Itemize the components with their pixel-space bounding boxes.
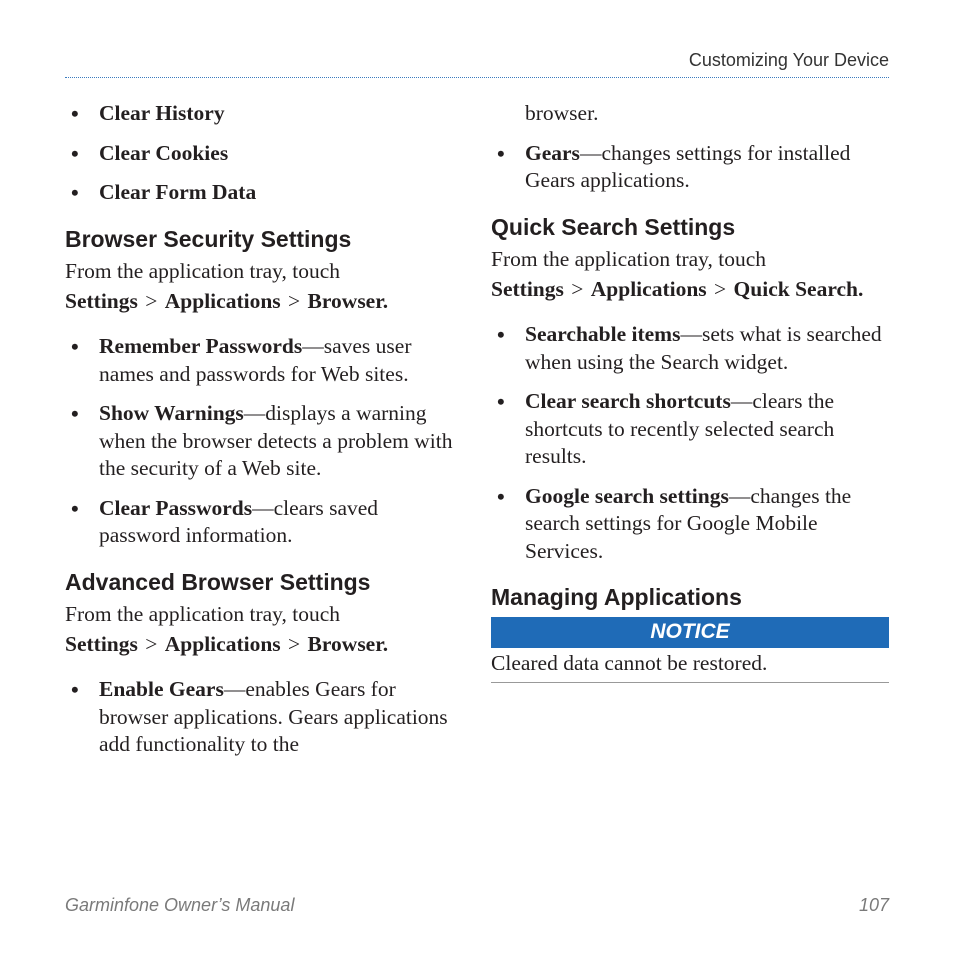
- quick-search-bullet-list: Searchable items—sets what is searched w…: [491, 321, 889, 565]
- section-intro: From the application tray, touch: [491, 246, 889, 274]
- two-column-layout: Clear History Clear Cookies Clear Form D…: [65, 100, 889, 877]
- section-heading-quick-search: Quick Search Settings: [491, 213, 889, 242]
- path-segment: Applications: [165, 632, 281, 656]
- notice-label: NOTICE: [491, 617, 889, 649]
- top-bullet-list: Clear History Clear Cookies Clear Form D…: [65, 100, 463, 207]
- bullet-term: Remember Passwords: [99, 334, 302, 358]
- section-heading-browser-security: Browser Security Settings: [65, 225, 463, 254]
- security-bullet-list: Remember Passwords—saves user names and …: [65, 333, 463, 550]
- list-item: Enable Gears—enables Gears for browser a…: [65, 676, 463, 759]
- bullet-term: Clear Passwords: [99, 496, 252, 520]
- path-segment: Browser: [308, 632, 383, 656]
- bullet-term: Clear History: [99, 101, 225, 125]
- bullet-term: Clear Form Data: [99, 180, 256, 204]
- bullet-term: Gears: [525, 141, 580, 165]
- bullet-term: Searchable items: [525, 322, 680, 346]
- bullet-term: Enable Gears: [99, 677, 224, 701]
- left-column: Clear History Clear Cookies Clear Form D…: [65, 100, 463, 877]
- advanced-bullet-list: Enable Gears—enables Gears for browser a…: [65, 676, 463, 759]
- path-segment: Applications: [165, 289, 281, 313]
- list-item: Google search settings—changes the searc…: [491, 483, 889, 566]
- list-item: Clear Form Data: [65, 179, 463, 207]
- list-item: Searchable items—sets what is searched w…: [491, 321, 889, 376]
- list-item: Clear Passwords—clears saved password in…: [65, 495, 463, 550]
- list-item: Show Warnings—displays a warning when th…: [65, 400, 463, 483]
- bullet-term: Clear search shortcuts: [525, 389, 731, 413]
- page-footer: Garminfone Owner’s Manual 107: [65, 895, 889, 916]
- continuation-text: browser.: [525, 100, 889, 128]
- section-heading-advanced-browser: Advanced Browser Settings: [65, 568, 463, 597]
- path-segment: Applications: [591, 277, 707, 301]
- breadcrumb-path: Settings > Applications > Browser.: [65, 631, 463, 659]
- manual-page: Customizing Your Device Clear History Cl…: [0, 0, 954, 954]
- running-head: Customizing Your Device: [65, 50, 889, 77]
- breadcrumb-path: Settings > Applications > Quick Search.: [491, 276, 889, 304]
- section-intro: From the application tray, touch: [65, 601, 463, 629]
- bullet-term: Google search settings: [525, 484, 729, 508]
- list-item: Clear History: [65, 100, 463, 128]
- list-item: Clear search shortcuts—clears the shortc…: [491, 388, 889, 471]
- manual-title: Garminfone Owner’s Manual: [65, 895, 294, 916]
- bullet-term: Show Warnings: [99, 401, 244, 425]
- bullet-term: Clear Cookies: [99, 141, 228, 165]
- path-segment: Quick Search: [734, 277, 858, 301]
- breadcrumb-path: Settings > Applications > Browser.: [65, 288, 463, 316]
- section-intro: From the application tray, touch: [65, 258, 463, 286]
- path-segment: Browser: [308, 289, 383, 313]
- path-segment: Settings: [65, 289, 138, 313]
- list-item: Gears—changes settings for installed Gea…: [491, 140, 889, 195]
- advanced-continued-list: Gears—changes settings for installed Gea…: [491, 140, 889, 195]
- section-heading-managing-applications: Managing Applications: [491, 583, 889, 612]
- list-item: Remember Passwords—saves user names and …: [65, 333, 463, 388]
- page-number: 107: [859, 895, 889, 916]
- notice-body: Cleared data cannot be restored.: [491, 648, 889, 683]
- header-rule: [65, 77, 889, 78]
- list-item: Clear Cookies: [65, 140, 463, 168]
- right-column: browser. Gears—changes settings for inst…: [491, 100, 889, 877]
- path-segment: Settings: [65, 632, 138, 656]
- path-segment: Settings: [491, 277, 564, 301]
